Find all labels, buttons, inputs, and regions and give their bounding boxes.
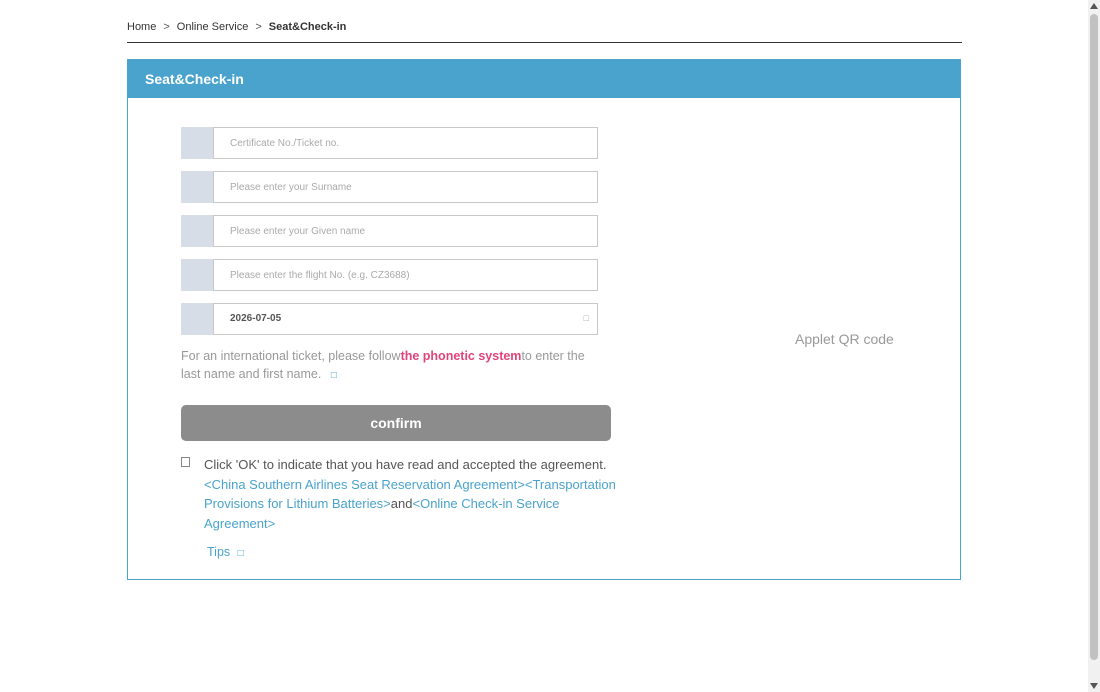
phonetic-note: For an international ticket, please foll… xyxy=(181,347,606,385)
agreement-text: Click 'OK' to indicate that you have rea… xyxy=(204,457,607,472)
scroll-up-icon[interactable] xyxy=(1090,3,1098,9)
breadcrumb-current: Seat&Check-in xyxy=(268,21,347,33)
user-icon xyxy=(181,171,213,203)
flight-field xyxy=(181,259,598,291)
surname-field xyxy=(181,171,598,203)
date-input[interactable]: 2026-07-05 □ xyxy=(213,303,598,335)
panel-title: Seat&Check-in xyxy=(128,60,960,98)
plane-icon xyxy=(181,259,213,291)
calendar-icon[interactable]: □ xyxy=(584,304,589,334)
id-card-icon xyxy=(181,127,213,159)
agreement-connector: and xyxy=(390,496,413,511)
given-name-field xyxy=(181,215,598,247)
certificate-input[interactable] xyxy=(213,127,598,159)
date-field: 2026-07-05 □ xyxy=(181,303,598,335)
note-prefix: For an international ticket, please foll… xyxy=(181,349,401,363)
seat-reservation-agreement-link[interactable]: <China Southern Airlines Seat Reservatio… xyxy=(204,477,525,492)
scroll-down-icon[interactable] xyxy=(1090,683,1098,689)
breadcrumb-separator: > xyxy=(255,21,262,33)
confirm-button[interactable]: confirm xyxy=(181,405,611,441)
agreement-text-wrap: Click 'OK' to indicate that you have rea… xyxy=(204,455,626,533)
tips-label: Tips xyxy=(207,545,231,559)
calendar-box-icon xyxy=(181,303,213,335)
given-name-input[interactable] xyxy=(213,215,598,247)
tips-icon: □ xyxy=(237,548,244,559)
breadcrumb-home[interactable]: Home xyxy=(127,21,156,33)
breadcrumb-separator: > xyxy=(163,21,170,33)
checkin-panel: Seat&Check-in 2026-07-05 □ For an intern xyxy=(127,59,961,580)
phonetic-system-link[interactable]: the phonetic system xyxy=(401,349,522,363)
certificate-field xyxy=(181,127,598,159)
tips-link[interactable]: Tips □ xyxy=(207,545,244,559)
date-value: 2026-07-05 xyxy=(230,313,282,324)
applet-qr-code: Applet QR code xyxy=(795,331,894,347)
surname-input[interactable] xyxy=(213,171,598,203)
agreement-block: Click 'OK' to indicate that you have rea… xyxy=(181,455,626,533)
breadcrumb-online-service[interactable]: Online Service xyxy=(177,21,249,33)
vertical-scrollbar[interactable] xyxy=(1088,0,1100,692)
scrollbar-thumb[interactable] xyxy=(1090,14,1098,660)
divider xyxy=(127,42,962,43)
flight-input[interactable] xyxy=(213,259,598,291)
agreement-checkbox[interactable] xyxy=(181,457,190,467)
user-icon xyxy=(181,215,213,247)
info-icon[interactable]: □ xyxy=(331,370,337,381)
breadcrumb: Home > Online Service > Seat&Check-in xyxy=(127,21,346,33)
